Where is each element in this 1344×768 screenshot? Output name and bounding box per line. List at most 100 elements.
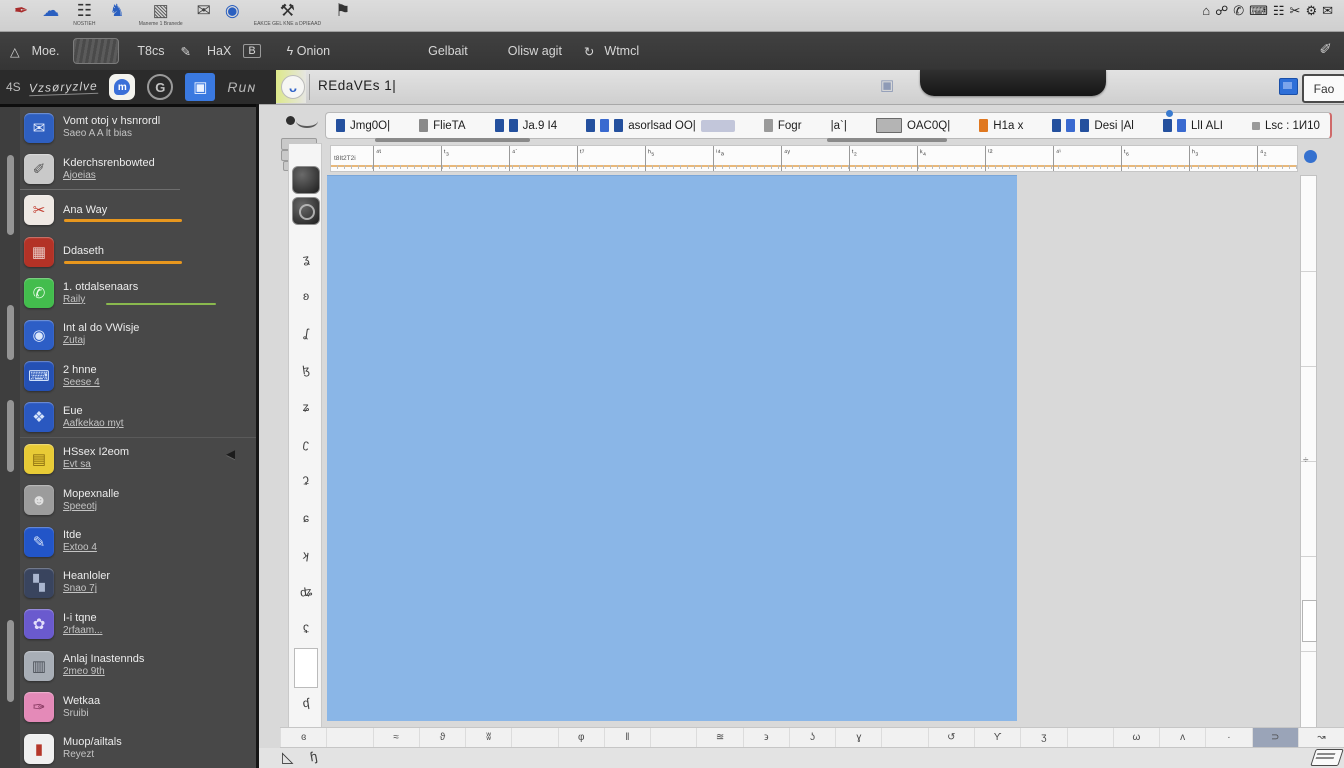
bottom-tool-cell[interactable] <box>650 728 696 747</box>
app-triangle-icon[interactable]: △ <box>10 44 20 59</box>
bottom-tool-cell[interactable]: ɞ <box>280 728 326 747</box>
guide-dot[interactable] <box>1304 150 1317 163</box>
sidebar-item-subtitle[interactable]: Evt sa <box>63 459 129 471</box>
sidebar-item-subtitle[interactable]: Seese 4 <box>63 377 100 389</box>
bottom-tool-cell[interactable]: ʌ <box>1159 728 1205 747</box>
bottom-tool-cell[interactable] <box>326 728 372 747</box>
globe-icon[interactable]: ☁ <box>42 1 59 27</box>
bottom-tool-cell[interactable]: ʖ <box>789 728 835 747</box>
g-app-icon[interactable]: G <box>147 74 173 100</box>
sidebar-item[interactable]: ☻MopexnalleSpeeotj <box>20 480 256 521</box>
bottom-tool-cell[interactable] <box>1067 728 1113 747</box>
sidebar-item-subtitle[interactable]: 2rfaam... <box>63 625 102 637</box>
menu-item-gelbait[interactable]: Gelbait <box>428 44 468 58</box>
bottom-tool-cell[interactable] <box>511 728 557 747</box>
sidebar-item[interactable]: ▮Muop/ailtalsReyezt <box>20 728 256 768</box>
menu-item-b[interactable]: B <box>243 44 260 58</box>
horizontal-ruler[interactable]: t8It2T2i ⁴ᵗᵗ₃⁴˙ᵗ⁷ʰ₅ⁱ⁴ₐ⁴ʸᵗ₂ᵏ₄⁽²⁴ⁱᵗ₆ʰ₃⁴₂ <box>330 145 1298 172</box>
bottom-tool-cell[interactable] <box>881 728 927 747</box>
flag-icon[interactable]: ⚑ <box>335 1 350 27</box>
tool-icon[interactable]: ʠ <box>288 694 324 713</box>
palette-icon[interactable]: ✐ <box>1319 40 1332 58</box>
triangle-tool-icon[interactable]: ◺ <box>282 748 294 766</box>
pen-sketch-icon[interactable]: ✒ <box>14 1 28 27</box>
sidebar-scroll-thumb[interactable] <box>7 305 14 360</box>
bottom-tool-cell[interactable]: · <box>1205 728 1251 747</box>
bottom-tool-cell[interactable]: ⊃ <box>1252 728 1298 747</box>
menu-item-onion[interactable]: ϟ Onion <box>287 44 330 58</box>
bottom-tool-cell[interactable]: φ <box>558 728 604 747</box>
canvas[interactable] <box>327 175 1017 721</box>
sidebar-item-subtitle[interactable]: Zutaj <box>63 335 139 347</box>
tab-bar-right-button[interactable]: Fao <box>1302 74 1344 103</box>
tool-icon[interactable]: ʡ <box>288 472 324 491</box>
canvas-tab[interactable]: Ja.9 I4 <box>495 119 558 132</box>
tool-icon[interactable]: ʞ <box>288 546 324 565</box>
sidebar-item[interactable]: ✂Ana Way <box>20 190 256 231</box>
sidebar-item[interactable]: ✎ItdeExtoo 4 <box>20 521 256 562</box>
bottom-tool-cell[interactable]: ≊ <box>696 728 742 747</box>
tool-icon[interactable]: ɮ <box>288 361 324 380</box>
sidebar-item-subtitle[interactable]: 2meo 9th <box>63 666 144 678</box>
chat-app-icon[interactable]: m <box>109 74 135 100</box>
workspace-label[interactable]: 4S <box>6 80 21 94</box>
sidebar-item[interactable]: ✆1. otdalsenaarsRaily <box>20 273 256 314</box>
tool-icon[interactable]: ʓ <box>288 250 324 269</box>
sidebar-item[interactable]: ✐KderchsrenbowtedAjoeias <box>20 148 256 189</box>
bottom-tool-cell[interactable]: ʒ <box>1020 728 1066 747</box>
tool-icon[interactable]: ʑ <box>289 400 323 414</box>
tool-icon[interactable]: ʥ <box>288 583 324 602</box>
sidebar-scroll-thumb[interactable] <box>7 400 14 472</box>
scribble-badge[interactable] <box>73 38 119 64</box>
sidebar-item[interactable]: ✿I-i tqne2rfaam... <box>20 604 256 645</box>
run-label[interactable]: Ruɴ <box>227 79 256 95</box>
sidebar-item[interactable]: ⌨2 hnneSeese 4 <box>20 355 256 396</box>
bottom-tool-cell[interactable]: ω <box>1113 728 1159 747</box>
tool-icon[interactable]: ɕ <box>289 511 323 525</box>
menu-item-t8cs[interactable]: T8cs <box>137 44 164 58</box>
sidebar-item-subtitle[interactable]: Aafkekao myt <box>63 418 124 430</box>
tool-icon[interactable]: ʗ <box>288 435 324 454</box>
bottom-tool-cell[interactable]: ϶ <box>743 728 789 747</box>
canvas-tab[interactable]: FlieTA <box>419 119 465 132</box>
bottom-tool-cell[interactable]: ↺ <box>928 728 974 747</box>
sidebar-scroll-thumb[interactable] <box>7 620 14 702</box>
view-toggle-button[interactable] <box>292 166 320 194</box>
sidebar-scroll-thumb[interactable] <box>7 155 14 235</box>
menu-item-moe-[interactable]: Moe. <box>32 44 60 58</box>
canvas-tab[interactable]: OAC0Q| <box>876 118 950 133</box>
active-app-icon[interactable]: ▣ <box>185 73 215 101</box>
canvas-tab[interactable]: Fogr <box>764 119 802 132</box>
knight-icon[interactable]: ♞ <box>109 1 124 27</box>
canvas-tab[interactable]: asorlsad OO| <box>586 119 735 132</box>
canvas-tab[interactable]: Lsc : 1И10 <box>1252 120 1320 132</box>
canvas-tab[interactable]: |a`| <box>831 120 847 132</box>
grid-panel-icon[interactable]: ☷NOSTIEH <box>73 1 95 27</box>
canvas-tab[interactable]: H1a x <box>979 119 1023 132</box>
sidebar-item[interactable]: ▦Ddaseth <box>20 231 256 272</box>
sidebar-item-subtitle[interactable]: Snao 7j <box>63 583 110 595</box>
bottom-tool-cell[interactable]: ϒ <box>974 728 1020 747</box>
menu-item-wtmcl[interactable]: Wtmcl <box>604 44 639 58</box>
sidebar-item[interactable]: ◉Int al do VWisjeZutaj <box>20 314 256 355</box>
system-tray[interactable]: ⌂☍✆⌨☷✂⚙✉ <box>1202 3 1338 19</box>
sidebar-scroll-rail[interactable] <box>0 107 20 768</box>
pen-icon[interactable]: ✎ <box>181 44 191 59</box>
orb-icon[interactable]: ◉ <box>225 1 240 27</box>
document-title[interactable]: REdaVEs 1| <box>318 78 396 93</box>
view-toggle-button[interactable] <box>292 197 320 225</box>
sidebar-item[interactable]: ▥Anlaj Inastennds2meo 9th <box>20 645 256 686</box>
resize-grip-icon[interactable] <box>1310 749 1344 766</box>
refresh-icon[interactable]: ↻ <box>584 44 594 59</box>
bottom-tool-cell[interactable]: ɣ <box>835 728 881 747</box>
bottom-tool-cell[interactable]: ↝ <box>1298 728 1344 747</box>
bottom-tool-cell[interactable]: ǁ <box>604 728 650 747</box>
canvas-tab[interactable]: Desi |Al <box>1052 119 1133 132</box>
sidebar-item[interactable]: ▚HeanlolerSnao 7j <box>20 562 256 603</box>
window-icon[interactable]: ▧Maneme 1 Branede <box>139 1 183 27</box>
sidebar-item[interactable]: ✑WetkaaSruibi <box>20 686 256 727</box>
doc-app-icon[interactable]: ᴗ <box>281 75 305 99</box>
tool-icon[interactable]: ʆ <box>288 324 324 343</box>
bottom-tool-cell[interactable]: ϑ <box>419 728 465 747</box>
menu-item-hax[interactable]: HaX <box>207 44 231 58</box>
